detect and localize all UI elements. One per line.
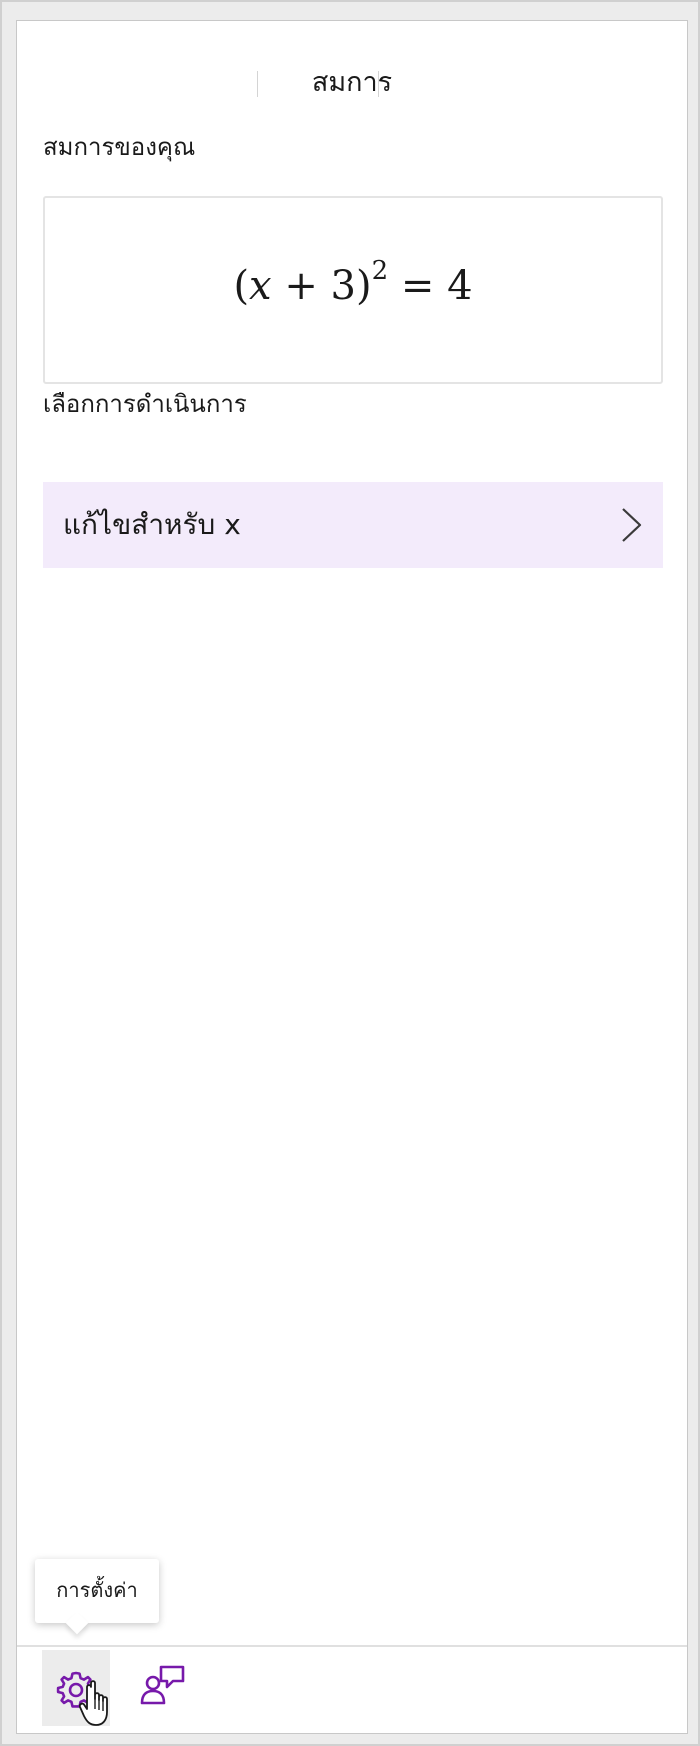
title-caret-left xyxy=(257,71,258,97)
title-caret-right xyxy=(378,71,379,97)
gear-icon xyxy=(56,1671,96,1708)
feedback-button[interactable] xyxy=(135,1655,195,1715)
equation-display: (x + 3)2 = 4 xyxy=(43,196,663,384)
equation-open-paren: ( xyxy=(233,263,250,309)
action-label: แก้ไขสำหรับ x xyxy=(63,508,241,541)
settings-tooltip: การตั้งค่า xyxy=(35,1559,159,1635)
equation-text: (x + 3)2 = 4 xyxy=(45,258,661,314)
equation-section-label: สมการของคุณ xyxy=(43,133,196,161)
tooltip-text: การตั้งค่า xyxy=(56,1578,138,1602)
action-section-label: เลือกการดำเนินการ xyxy=(43,390,247,418)
equation-rest: = 4 xyxy=(388,263,473,309)
bottom-bar-divider xyxy=(17,1645,687,1647)
tooltip-arrow xyxy=(65,1611,89,1635)
feedback-icon xyxy=(140,1665,185,1705)
settings-button[interactable] xyxy=(42,1650,110,1726)
math-panel: สมการ สมการของคุณ (x + 3)2 = 4 เลือกการด… xyxy=(16,20,688,1734)
panel-title: สมการ xyxy=(311,67,393,98)
solve-for-x-action[interactable]: แก้ไขสำหรับ x xyxy=(43,482,663,568)
equation-middle: + 3) xyxy=(271,263,372,309)
chevron-right-icon xyxy=(622,508,642,542)
equation-variable: x xyxy=(249,263,272,309)
app-frame: สมการ สมการของคุณ (x + 3)2 = 4 เลือกการด… xyxy=(0,0,700,1746)
equation-exponent: 2 xyxy=(371,256,389,286)
